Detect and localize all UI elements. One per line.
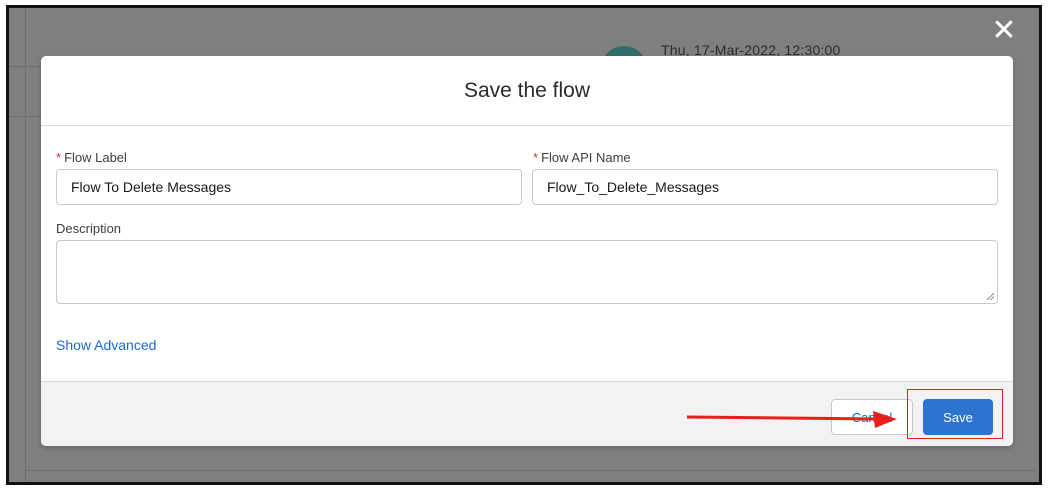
close-icon[interactable]: ✕ <box>989 16 1019 46</box>
flow-api-name-value: Flow_To_Delete_Messages <box>547 179 719 195</box>
cancel-button[interactable]: Cancel <box>831 399 913 435</box>
dialog-header: Save the flow <box>41 56 1013 126</box>
description-textarea[interactable] <box>56 240 998 304</box>
flow-label-label: * Flow Label <box>56 150 127 165</box>
flow-label-text: Flow Label <box>64 150 127 165</box>
dialog-footer: Cancel Save <box>41 381 1013 446</box>
save-button[interactable]: Save <box>923 399 993 435</box>
save-flow-dialog: Save the flow * Flow Label Flow To Delete… <box>41 56 1013 446</box>
flow-label-input[interactable]: Flow To Delete Messages <box>56 169 522 205</box>
flow-api-name-label: * Flow API Name <box>533 150 631 165</box>
resize-grip-icon[interactable] <box>986 292 994 300</box>
flow-api-name-text: Flow API Name <box>541 150 631 165</box>
dialog-title: Save the flow <box>463 78 591 102</box>
flow-api-name-input[interactable]: Flow_To_Delete_Messages <box>532 169 998 205</box>
screenshot-frame: Thu, 17-Mar-2022, 12:30:00 ✕ Save the fl… <box>6 5 1042 485</box>
background-divider <box>25 8 26 482</box>
dialog-body: * Flow Label Flow To Delete Messages * Flo… <box>41 126 1013 381</box>
background-divider <box>25 470 1035 471</box>
required-marker: * <box>533 150 539 165</box>
description-label: Description <box>56 221 122 236</box>
show-advanced-link[interactable]: Show Advanced <box>56 337 156 353</box>
background-divider <box>9 66 41 67</box>
background-divider <box>9 116 41 117</box>
required-marker: * <box>56 150 62 165</box>
flow-label-value: Flow To Delete Messages <box>71 179 232 195</box>
